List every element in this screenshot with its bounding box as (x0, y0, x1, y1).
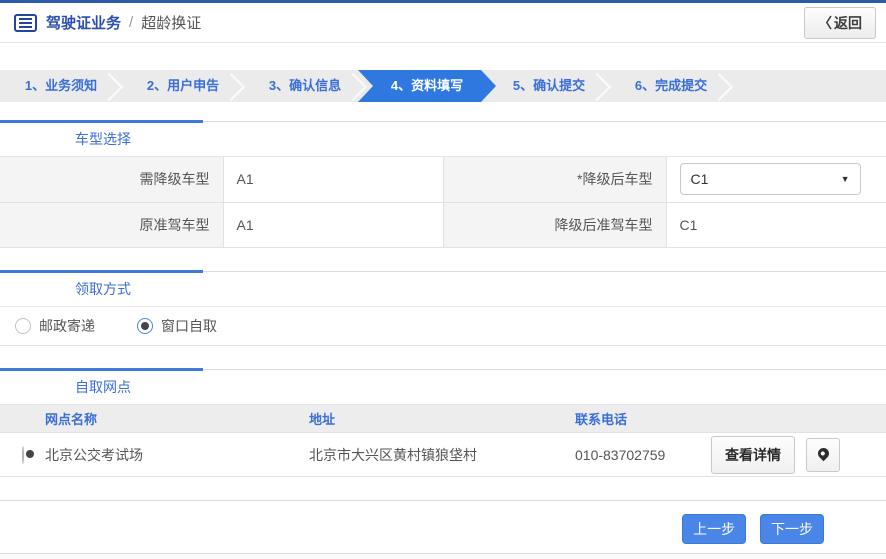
location-pin-icon (815, 445, 831, 461)
column-header-name: 网点名称 (45, 405, 309, 433)
downgrade-target-select[interactable]: C1 (681, 164, 860, 194)
pickup-options-row: 邮政寄递 窗口自取 (0, 307, 886, 346)
step-2-user-declaration: 2、用户申告 (122, 70, 244, 102)
after-downgrade-class-value: C1 (666, 202, 886, 247)
step-wizard: 1、业务须知 2、用户申告 3、确认信息 4、资料填写 5、确认提交 6、完成提… (0, 70, 886, 102)
step-5-confirm-submit: 5、确认提交 (488, 70, 610, 102)
location-row-radio[interactable] (22, 446, 24, 464)
location-phone: 010-83702759 (575, 433, 711, 477)
vehicle-type-section: 车型选择 需降级车型 A1 *降级后车型 C1 ▼ 原准驾车型 A1 降级后准驾… (0, 121, 886, 248)
original-class-label: 原准驾车型 (0, 202, 223, 247)
table-row: 需降级车型 A1 *降级后车型 C1 ▼ (0, 157, 886, 202)
previous-step-button[interactable]: 上一步 (682, 514, 746, 544)
downgrade-needed-label: 需降级车型 (0, 157, 223, 202)
step-6-complete-submit: 6、完成提交 (610, 70, 732, 102)
license-card-icon (14, 14, 37, 32)
network-section-title: 自取网点 (0, 370, 886, 405)
page-subtitle: 超龄换证 (141, 12, 201, 33)
radio-postal-icon[interactable] (15, 318, 31, 334)
pickup-locations-table: 网点名称 地址 联系电话 北京公交考试场 北京市大兴区黄村镇狼垡村 010-83… (0, 405, 886, 478)
back-chevron-icon: 〈 (818, 15, 832, 31)
step-1-business-notice: 1、业务须知 (0, 70, 122, 102)
table-row: 原准驾车型 A1 降级后准驾车型 C1 (0, 202, 886, 247)
view-details-button[interactable]: 查看详情 (711, 436, 795, 474)
location-address: 北京市大兴区黄村镇狼垡村 (309, 433, 575, 477)
step-4-fill-data: 4、资料填写 (358, 70, 496, 102)
pickup-method-section: 领取方式 邮政寄递 窗口自取 (0, 271, 886, 346)
pickup-option-postal[interactable]: 邮政寄递 (15, 316, 95, 336)
downgrade-target-select-wrap: C1 ▼ (680, 163, 861, 195)
vehicle-section-title: 车型选择 (0, 122, 886, 157)
footer-nav: 上一步 下一步 (0, 500, 886, 553)
back-button-label: 返回 (834, 15, 862, 31)
next-step-button[interactable]: 下一步 (760, 514, 824, 544)
row-actions: 查看详情 (711, 436, 886, 474)
column-header-address: 地址 (309, 405, 575, 433)
step-3-confirm-info: 3、确认信息 (244, 70, 366, 102)
vehicle-type-table: 需降级车型 A1 *降级后车型 C1 ▼ 原准驾车型 A1 降级后准驾车型 C1 (0, 157, 886, 248)
pickup-option-postal-label: 邮政寄递 (39, 316, 95, 336)
original-class-value: A1 (223, 202, 443, 247)
pickup-option-window[interactable]: 窗口自取 (137, 316, 217, 336)
breadcrumb-separator: / (129, 14, 133, 31)
table-header-row: 网点名称 地址 联系电话 (0, 405, 886, 433)
radio-window-icon[interactable] (137, 318, 153, 334)
pickup-section-title: 领取方式 (0, 272, 886, 307)
location-name: 北京公交考试场 (45, 433, 309, 477)
page-title: 驾驶证业务 (46, 12, 121, 33)
downgrade-needed-value: A1 (223, 157, 443, 202)
column-header-phone: 联系电话 (575, 405, 711, 433)
table-row: 北京公交考试场 北京市大兴区黄村镇狼垡村 010-83702759 查看详情 (0, 433, 886, 477)
pickup-option-window-label: 窗口自取 (161, 316, 217, 336)
pickup-locations-section: 自取网点 网点名称 地址 联系电话 北京公交考试场 北京市大兴区黄村镇狼垡村 0… (0, 369, 886, 478)
downgrade-target-label: *降级后车型 (443, 157, 666, 202)
after-downgrade-class-label: 降级后准驾车型 (443, 202, 666, 247)
map-location-button[interactable] (806, 438, 840, 472)
back-button[interactable]: 〈返回 (804, 7, 876, 39)
page-header: 驾驶证业务 / 超龄换证 〈返回 (0, 3, 886, 43)
